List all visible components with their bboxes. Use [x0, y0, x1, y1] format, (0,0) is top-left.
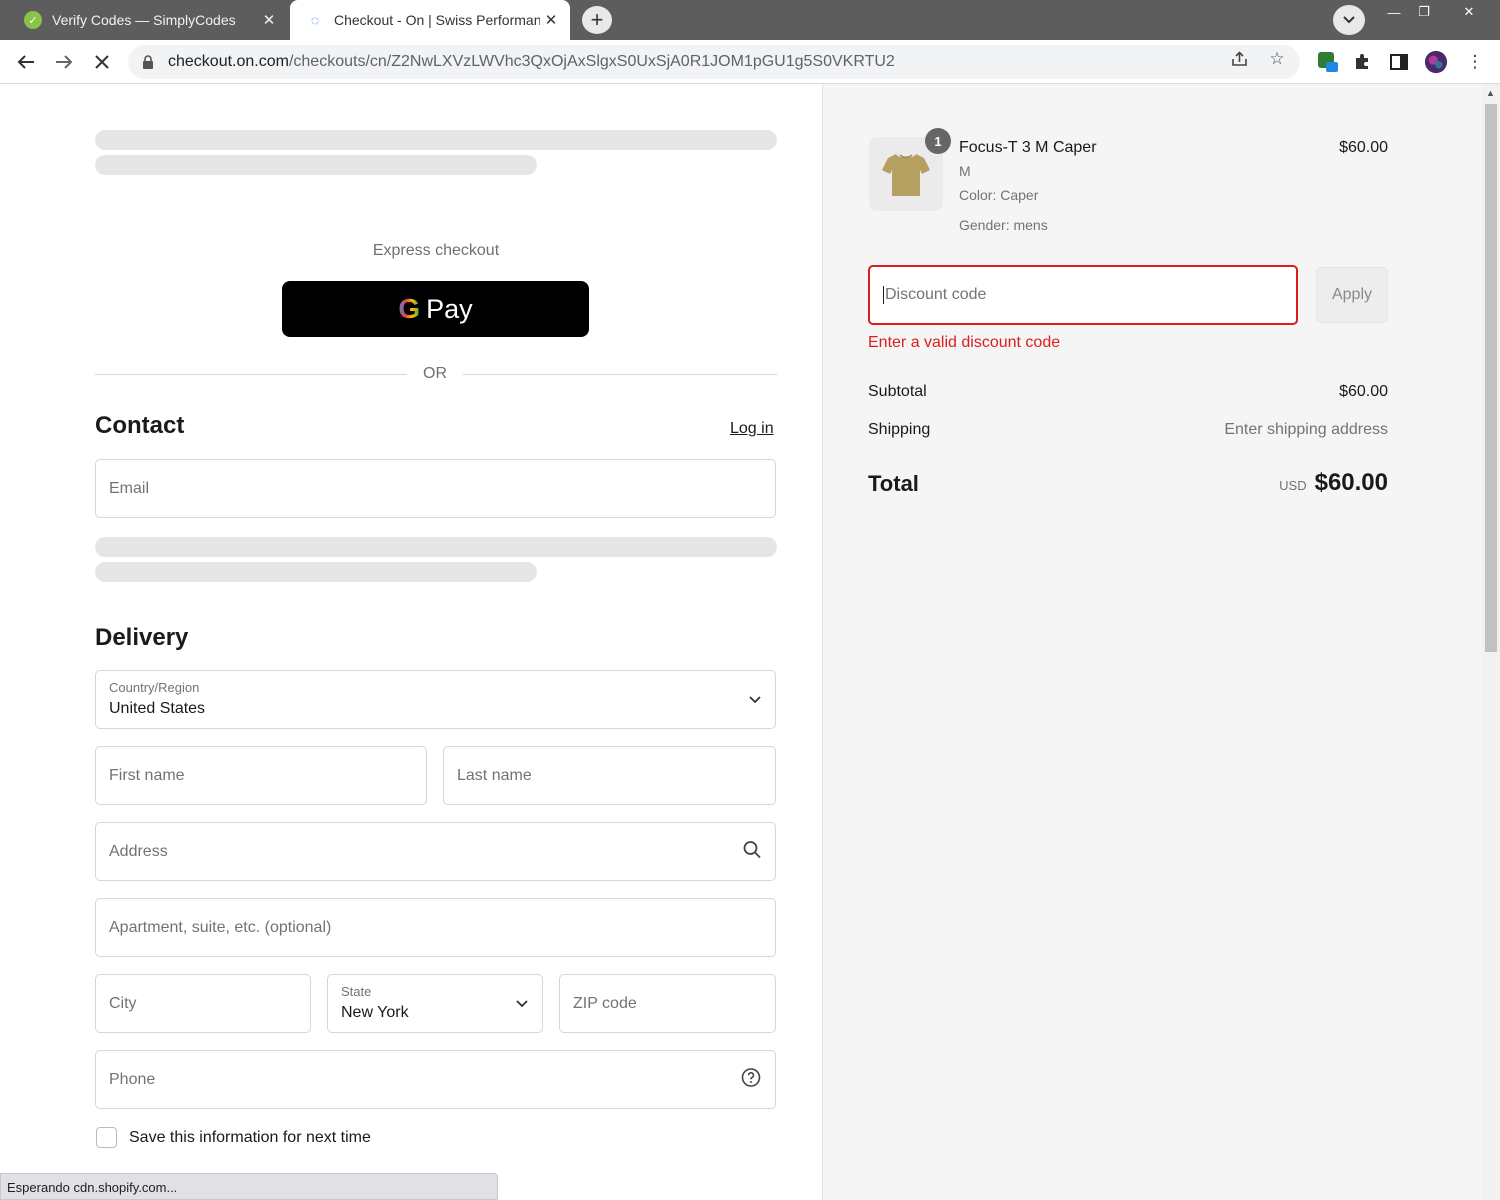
- search-icon: [743, 840, 761, 863]
- browser-status-bar: Esperando cdn.shopify.com...: [0, 1173, 498, 1200]
- close-icon[interactable]: ✕: [258, 11, 280, 29]
- address-field[interactable]: Address: [95, 822, 776, 881]
- close-icon[interactable]: ✕: [540, 11, 562, 29]
- divider: [95, 374, 407, 375]
- email-placeholder: Email: [109, 479, 150, 497]
- loading-spinner-icon: ◌: [310, 12, 320, 28]
- loading-skeleton: [95, 537, 777, 557]
- country-label: Country/Region: [109, 680, 200, 695]
- restore-icon[interactable]: ❐: [1409, 0, 1439, 24]
- browser-toolbar: checkout.on.com/checkouts/cn/Z2NwLXVzLWV…: [0, 40, 1500, 84]
- forward-arrow-icon[interactable]: [50, 48, 78, 76]
- stop-loading-icon[interactable]: [88, 48, 116, 76]
- tab-checkout[interactable]: ◌ Checkout - On | Swiss Performance ✕: [290, 0, 570, 40]
- city-field[interactable]: City: [95, 974, 311, 1033]
- bookmark-star-icon[interactable]: ☆: [1266, 48, 1288, 70]
- back-arrow-icon[interactable]: [12, 48, 40, 76]
- scrollbar-thumb[interactable]: [1485, 104, 1497, 652]
- checkout-form-column: Express checkout G Pay OR Contact Log in…: [0, 84, 822, 1200]
- google-g-icon: G: [398, 293, 421, 324]
- save-info-row[interactable]: Save this information for next time: [96, 1127, 371, 1148]
- extensions-puzzle-icon[interactable]: [1350, 50, 1374, 74]
- discount-placeholder: Discount code: [883, 286, 987, 304]
- product-gender: Gender: mens: [959, 217, 1048, 233]
- tshirt-icon: [882, 154, 930, 196]
- contact-title: Contact: [95, 412, 185, 439]
- first-name-field[interactable]: First name: [95, 746, 427, 805]
- more-menu-icon[interactable]: ⋮: [1463, 50, 1487, 74]
- total-value: USD $60.00: [1279, 469, 1388, 497]
- subtotal-value: $60.00: [1339, 383, 1388, 400]
- phone-field[interactable]: Phone: [95, 1050, 776, 1109]
- discount-error-message: Enter a valid discount code: [868, 334, 1061, 351]
- loading-skeleton: [95, 130, 777, 150]
- profile-avatar[interactable]: [1424, 50, 1448, 74]
- minimize-icon[interactable]: —: [1379, 0, 1409, 24]
- product-name: Focus-T 3 M Caper: [959, 139, 1097, 156]
- help-circle-icon[interactable]: [741, 1067, 761, 1092]
- city-placeholder: City: [109, 994, 137, 1012]
- product-size: M: [959, 163, 971, 179]
- side-panel-icon[interactable]: [1387, 50, 1411, 74]
- or-label: OR: [423, 365, 447, 382]
- quantity-badge: 1: [925, 128, 951, 154]
- zip-placeholder: ZIP code: [573, 994, 637, 1012]
- delivery-title: Delivery: [95, 624, 189, 651]
- loading-skeleton: [95, 155, 537, 175]
- login-link[interactable]: Log in: [730, 420, 774, 438]
- address-placeholder: Address: [109, 842, 168, 860]
- apartment-field[interactable]: Apartment, suite, etc. (optional): [95, 898, 776, 957]
- state-value: New York: [341, 1004, 409, 1021]
- express-checkout-label: Express checkout: [372, 242, 500, 259]
- total-amount: $60.00: [1314, 469, 1388, 496]
- simplycodes-extension-icon[interactable]: [1316, 50, 1340, 74]
- browser-tab-bar: ✓ Verify Codes — SimplyCodes ✕ ◌ Checkou…: [0, 0, 1500, 40]
- tab-simplycodes[interactable]: ✓ Verify Codes — SimplyCodes ✕: [8, 0, 288, 40]
- loading-skeleton: [95, 562, 537, 582]
- email-field[interactable]: Email: [95, 459, 776, 518]
- page-scrollbar[interactable]: ▲: [1482, 84, 1500, 1200]
- product-price: $60.00: [1339, 139, 1388, 156]
- save-info-label: Save this information for next time: [129, 1128, 371, 1146]
- tab-title: Checkout - On | Swiss Performance: [334, 12, 540, 28]
- divider: [463, 374, 777, 375]
- state-label: State: [341, 984, 372, 999]
- product-color: Color: Caper: [959, 187, 1039, 203]
- google-pay-button[interactable]: G Pay: [282, 281, 589, 337]
- url-text: checkout.on.com/checkouts/cn/Z2NwLXVzLWV…: [168, 53, 895, 70]
- chevron-down-icon: [516, 995, 528, 1013]
- apartment-placeholder: Apartment, suite, etc. (optional): [109, 918, 332, 936]
- window-close-icon[interactable]: ✕: [1454, 0, 1484, 24]
- tab-title: Verify Codes — SimplyCodes: [52, 12, 236, 28]
- last-name-field[interactable]: Last name: [443, 746, 776, 805]
- shipping-label: Shipping: [868, 421, 931, 438]
- scroll-up-arrow-icon[interactable]: ▲: [1486, 88, 1495, 98]
- new-tab-button[interactable]: +: [582, 6, 612, 34]
- subtotal-label: Subtotal: [868, 383, 927, 400]
- country-select[interactable]: Country/Region United States: [95, 670, 776, 729]
- total-currency: USD: [1279, 478, 1307, 493]
- total-label: Total: [868, 471, 919, 496]
- save-info-checkbox[interactable]: [96, 1127, 117, 1148]
- state-select[interactable]: State New York: [327, 974, 543, 1033]
- lock-icon: [142, 55, 156, 69]
- tab-search-chevron-icon[interactable]: [1333, 5, 1365, 35]
- order-summary-column: 1 Focus-T 3 M Caper M Color: Caper Gende…: [822, 84, 1482, 1200]
- apply-discount-button[interactable]: Apply: [1316, 267, 1388, 323]
- gpay-label: Pay: [426, 293, 473, 324]
- simplycodes-check-icon: ✓: [24, 11, 42, 29]
- chevron-down-icon: [749, 691, 761, 709]
- shipping-value: Enter shipping address: [1224, 421, 1388, 438]
- last-name-placeholder: Last name: [457, 766, 532, 784]
- zip-field[interactable]: ZIP code: [559, 974, 776, 1033]
- first-name-placeholder: First name: [109, 766, 185, 784]
- share-icon[interactable]: [1229, 48, 1251, 70]
- phone-placeholder: Phone: [109, 1070, 156, 1088]
- country-value: United States: [109, 700, 206, 717]
- address-bar[interactable]: checkout.on.com/checkouts/cn/Z2NwLXVzLWV…: [128, 45, 1300, 79]
- discount-code-input[interactable]: Discount code: [868, 265, 1298, 325]
- checkout-page: Express checkout G Pay OR Contact Log in…: [0, 84, 1500, 1200]
